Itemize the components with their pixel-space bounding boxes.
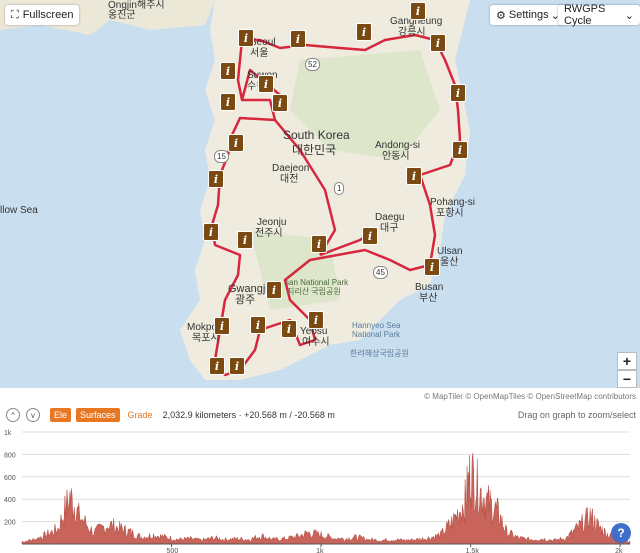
poi-marker[interactable]: i <box>281 320 297 338</box>
place-busan-ko: 부산 <box>419 293 438 304</box>
y-tick-label: 600 <box>4 475 16 482</box>
fullscreen-button[interactable]: ⛶ Fullscreen <box>5 5 80 25</box>
poi-marker[interactable]: i <box>258 75 274 93</box>
place-mokpo: Mokpo <box>187 322 218 333</box>
graph-hint: Drag on graph to zoom/select <box>517 410 636 420</box>
place-jeonju-ko: 전주시 <box>255 228 283 239</box>
route-shield: 52 <box>305 58 320 71</box>
poi-marker[interactable]: i <box>238 29 254 47</box>
tab-grade[interactable]: Grade <box>128 410 153 420</box>
place-hallyeo-ko: 한려해상국립공원 <box>350 349 409 358</box>
tab-ele[interactable]: Ele <box>50 408 72 422</box>
place-pohang-ko: 포항시 <box>436 208 464 219</box>
poi-marker[interactable]: i <box>356 23 372 41</box>
y-tick-label: 400 <box>4 497 16 504</box>
tab-surfaces[interactable]: Surfaces <box>76 408 120 422</box>
place-yeosu-ko: 여수시 <box>302 337 330 348</box>
place-ulsan-ko: 울산 <box>440 257 459 268</box>
place-south-korea-ko: 대한민국 <box>292 143 337 157</box>
place-hallyeo-2: National Park <box>352 330 401 339</box>
poi-marker[interactable]: i <box>220 62 236 80</box>
poi-marker[interactable]: i <box>311 235 327 253</box>
y-tick-label: 200 <box>4 520 16 527</box>
place-south-korea: South Korea <box>283 128 350 142</box>
chevron-down-icon: ⌄ <box>624 9 634 22</box>
poi-marker[interactable]: i <box>452 141 468 159</box>
poi-marker[interactable]: i <box>406 167 422 185</box>
poi-marker[interactable]: i <box>362 227 378 245</box>
poi-marker[interactable]: i <box>229 357 245 375</box>
place-pohang: Pohang-si <box>430 197 476 208</box>
poi-marker[interactable]: i <box>450 84 466 102</box>
place-daegu: Daegu <box>375 212 405 223</box>
place-busan: Busan <box>415 282 444 293</box>
place-ongjin-ko: 옹진군 <box>108 10 136 21</box>
map-style-select[interactable]: RWGPS Cycle ⌄ <box>558 3 640 27</box>
map[interactable]: ⛶ Fullscreen ⚙ Settings ⌄ RWGPS Cycle ⌄ Ongj… <box>0 0 640 388</box>
gear-icon: ⚙ <box>496 9 506 22</box>
poi-marker[interactable]: i <box>430 34 446 52</box>
poi-marker[interactable]: i <box>214 317 230 335</box>
x-tick-label: 1.5k <box>466 548 480 553</box>
place-haeju-ko: 해주시 <box>137 0 165 11</box>
place-seoul-ko: 서울 <box>250 48 269 59</box>
place-gangneung-ko: 강릉시 <box>398 27 426 38</box>
poi-marker[interactable]: i <box>266 281 282 299</box>
help-button[interactable]: ? <box>611 523 631 543</box>
poi-marker[interactable]: i <box>410 2 426 20</box>
poi-marker[interactable]: i <box>208 170 224 188</box>
poi-marker[interactable]: i <box>424 258 440 276</box>
poi-marker[interactable]: i <box>272 94 288 112</box>
poi-marker[interactable]: i <box>209 357 225 375</box>
poi-marker[interactable]: i <box>250 316 266 334</box>
elevation-area <box>21 453 631 545</box>
place-daejeon: Daejeon <box>272 163 310 174</box>
poi-marker[interactable]: i <box>203 223 219 241</box>
collapse-icon[interactable]: ^ <box>6 408 20 422</box>
zoom-in-button[interactable]: + <box>617 352 637 370</box>
route-stats: 2,032.9 kilometers · +20.568 m / -20.568… <box>162 410 335 420</box>
place-ulsan: Ulsan <box>437 246 463 257</box>
place-andong-ko: 안동시 <box>382 151 410 162</box>
place-jirisan-ko: 지리산 국립공원 <box>287 287 341 296</box>
zoom-out-button[interactable]: − <box>617 370 637 388</box>
settings-button[interactable]: ⚙ Settings ⌄ <box>490 5 566 25</box>
expand-icon[interactable]: v <box>26 408 40 422</box>
place-andong: Andong-si <box>375 140 421 151</box>
place-daejeon-ko: 대전 <box>280 174 299 185</box>
route-shield: 15 <box>214 150 229 163</box>
poi-marker[interactable]: i <box>220 93 236 111</box>
x-tick-label: 500 <box>167 548 179 553</box>
place-gwangju-ko: 광주 <box>235 294 256 306</box>
expand-icon: ⛶ <box>11 8 19 21</box>
poi-marker[interactable]: i <box>308 311 324 329</box>
elevation-chart[interactable]: 1k 800 600 400 200 500 1k 1.5k 2k <box>0 426 640 553</box>
route-shield: 1 <box>334 182 345 195</box>
place-daegu-ko: 대구 <box>380 223 399 234</box>
place-jeonju: Jeonju <box>257 217 287 228</box>
x-tick-label: 2k <box>615 548 623 553</box>
y-tick-label: 800 <box>4 452 16 459</box>
poi-marker[interactable]: i <box>237 231 253 249</box>
elevation-toolbar: ^ v Ele Surfaces Grade 2,032.9 kilometer… <box>0 405 640 425</box>
place-yellow-sea: llow Sea <box>0 205 38 216</box>
route-shield: 45 <box>373 266 388 279</box>
y-tick-label: 1k <box>4 430 12 437</box>
map-attribution: © MapTiler © OpenMapTiles © OpenStreetMa… <box>424 392 636 401</box>
poi-marker[interactable]: i <box>290 30 306 48</box>
x-tick-label: 1k <box>316 548 324 553</box>
poi-marker[interactable]: i <box>228 134 244 152</box>
